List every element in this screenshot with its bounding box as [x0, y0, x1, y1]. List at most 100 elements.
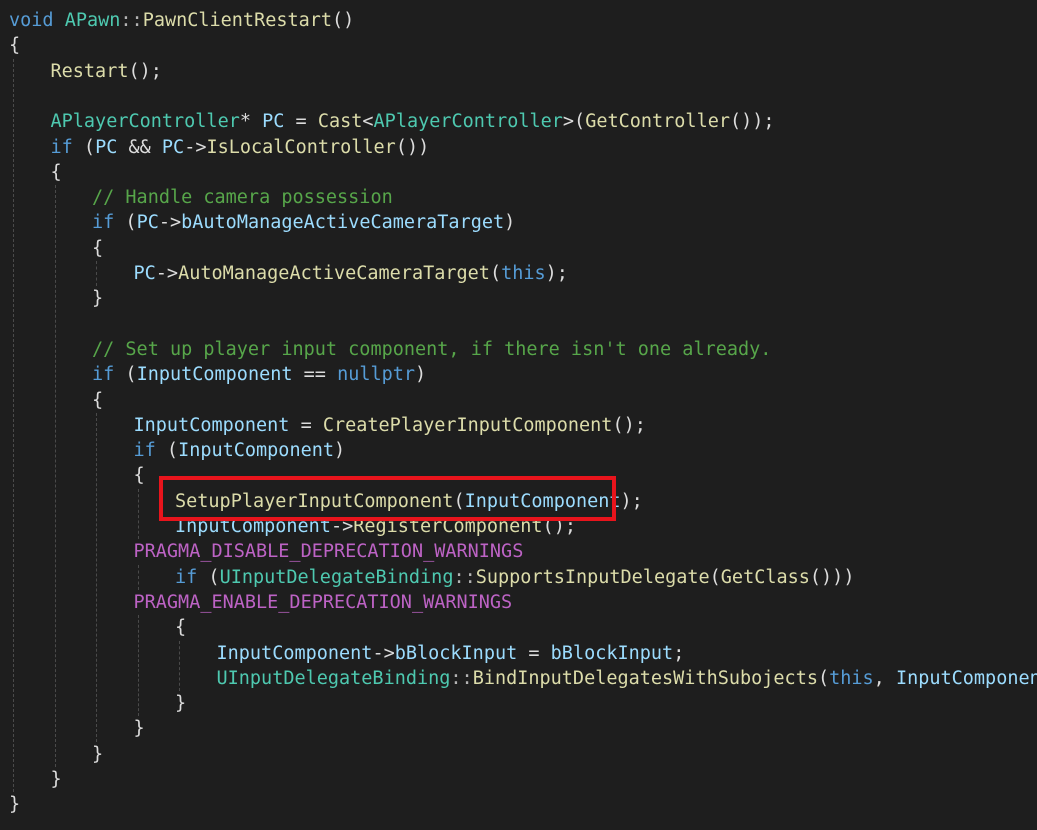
code-token: } [9, 794, 21, 816]
code-token: this [501, 263, 546, 284]
code-token: ( [197, 566, 220, 588]
code-token: Cast [317, 111, 363, 133]
code-line[interactable]: } [0, 767, 1037, 792]
highlight-box [159, 476, 616, 521]
code-token: AutoManageActiveCameraTarget [178, 263, 490, 284]
code-line[interactable]: } [0, 691, 1037, 716]
code-token: -> [155, 263, 179, 284]
code-token: , [873, 667, 896, 689]
code-token: } [92, 743, 104, 765]
code-token: { [133, 465, 145, 487]
code-line[interactable]: if (InputComponent) [0, 438, 1037, 463]
code-line[interactable]: // Handle camera possession [0, 185, 1037, 210]
code-token: -> [158, 212, 182, 234]
code-token: InputComponent [136, 364, 293, 386]
code-token: bBlockInput [394, 642, 518, 664]
code-token: APlayerController [50, 111, 240, 133]
code-token: = [517, 642, 551, 664]
code-token: PC [262, 111, 285, 133]
code-token: bBlockInput [550, 642, 674, 664]
code-token: // Handle camera possession [92, 187, 393, 209]
code-line[interactable]: // Set up player input component, if the… [0, 337, 1037, 362]
code-token: ( [114, 364, 137, 386]
code-token: -> [372, 642, 395, 664]
code-token: IsLocalController [206, 136, 396, 158]
code-editor[interactable]: void APawn::PawnClientRestart(){Restart(… [0, 0, 1037, 830]
code-line[interactable]: Restart(); [0, 59, 1037, 84]
code-token: :: [450, 667, 473, 689]
code-line[interactable] [0, 84, 1037, 109]
code-token: nullptr [337, 364, 416, 386]
code-line[interactable]: InputComponent->bBlockInput = bBlockInpu… [0, 641, 1037, 666]
code-token: { [92, 389, 104, 411]
code-line[interactable]: void APawn::PawnClientRestart() [0, 8, 1037, 33]
code-token: ()) [395, 136, 430, 158]
code-token: // Set up player input component, if the… [92, 338, 772, 360]
code-token: ; [673, 642, 685, 664]
code-token: ())) [809, 566, 855, 588]
code-token: if [175, 566, 198, 588]
code-line[interactable]: if (PC->bAutoManageActiveCameraTarget) [0, 210, 1037, 235]
code-token: ) [415, 364, 427, 386]
code-token: < [362, 111, 374, 133]
code-token: } [133, 718, 145, 740]
code-token: -> [184, 136, 207, 158]
code-token: PRAGMA_DISABLE_DEPRECATION_WARNINGS [133, 541, 524, 563]
code-token: InputComponent [133, 414, 290, 436]
code-line[interactable]: PRAGMA_ENABLE_DEPRECATION_WARNINGS [0, 590, 1037, 615]
code-token: ( [709, 566, 721, 588]
code-token: PC [133, 263, 156, 284]
code-token: APlayerController [373, 111, 563, 133]
code-token: ) [334, 440, 346, 462]
code-token: GetClass [720, 566, 810, 588]
code-line[interactable]: PRAGMA_DISABLE_DEPRECATION_WARNINGS [0, 539, 1037, 564]
code-token: } [175, 693, 187, 715]
code-line[interactable]: } [0, 286, 1037, 311]
code-token: :: [453, 566, 476, 588]
code-token: UInputDelegateBinding [219, 566, 454, 588]
code-token: PC [95, 136, 118, 158]
code-line[interactable]: { [0, 236, 1037, 261]
code-token: if [50, 136, 73, 158]
code-token: { [9, 35, 21, 57]
code-line[interactable]: if (UInputDelegateBinding::SupportsInput… [0, 565, 1037, 590]
code-token: SupportsInputDelegate [475, 566, 710, 588]
code-line[interactable]: if (InputComponent == nullptr) [0, 362, 1037, 387]
code-line[interactable]: } [0, 716, 1037, 741]
code-line[interactable] [0, 312, 1037, 337]
code-line[interactable]: if (PC && PC->IsLocalController()) [0, 135, 1037, 160]
code-token: { [92, 237, 104, 259]
code-line[interactable]: { [0, 160, 1037, 185]
code-token: this [829, 667, 874, 689]
code-token: ); [620, 490, 643, 512]
code-line[interactable]: { [0, 388, 1037, 413]
code-line[interactable]: InputComponent = CreatePlayerInputCompon… [0, 413, 1037, 438]
code-token: UInputDelegateBinding [216, 667, 451, 689]
code-token: ) [504, 212, 516, 234]
code-line[interactable]: } [0, 742, 1037, 767]
code-token: } [92, 288, 104, 310]
code-line[interactable]: APlayerController* PC = Cast<APlayerCont… [0, 109, 1037, 134]
code-token: void [9, 10, 54, 31]
code-token: Restart [50, 60, 129, 82]
code-token: InputComponent [216, 642, 373, 664]
code-line[interactable]: UInputDelegateBinding::BindInputDelegate… [0, 666, 1037, 691]
code-token: = [284, 111, 318, 133]
code-token: && [117, 136, 162, 158]
code-token: } [50, 769, 62, 790]
code-line[interactable]: PC->AutoManageActiveCameraTarget(this); [0, 261, 1037, 286]
code-line[interactable]: { [0, 33, 1037, 58]
code-line[interactable]: } [0, 792, 1037, 817]
code-token: ( [817, 667, 830, 689]
code-line[interactable]: { [0, 615, 1037, 640]
code-token: BindInputDelegatesWithSubojects [472, 667, 818, 689]
code-token: ( [114, 212, 137, 234]
code-token: ()); [729, 111, 775, 133]
code-token: if [92, 364, 115, 386]
code-token: == [292, 364, 338, 386]
code-token: { [175, 617, 187, 639]
code-token: if [92, 212, 115, 234]
code-token: APawn [64, 10, 121, 31]
code-token: PC [161, 136, 185, 158]
